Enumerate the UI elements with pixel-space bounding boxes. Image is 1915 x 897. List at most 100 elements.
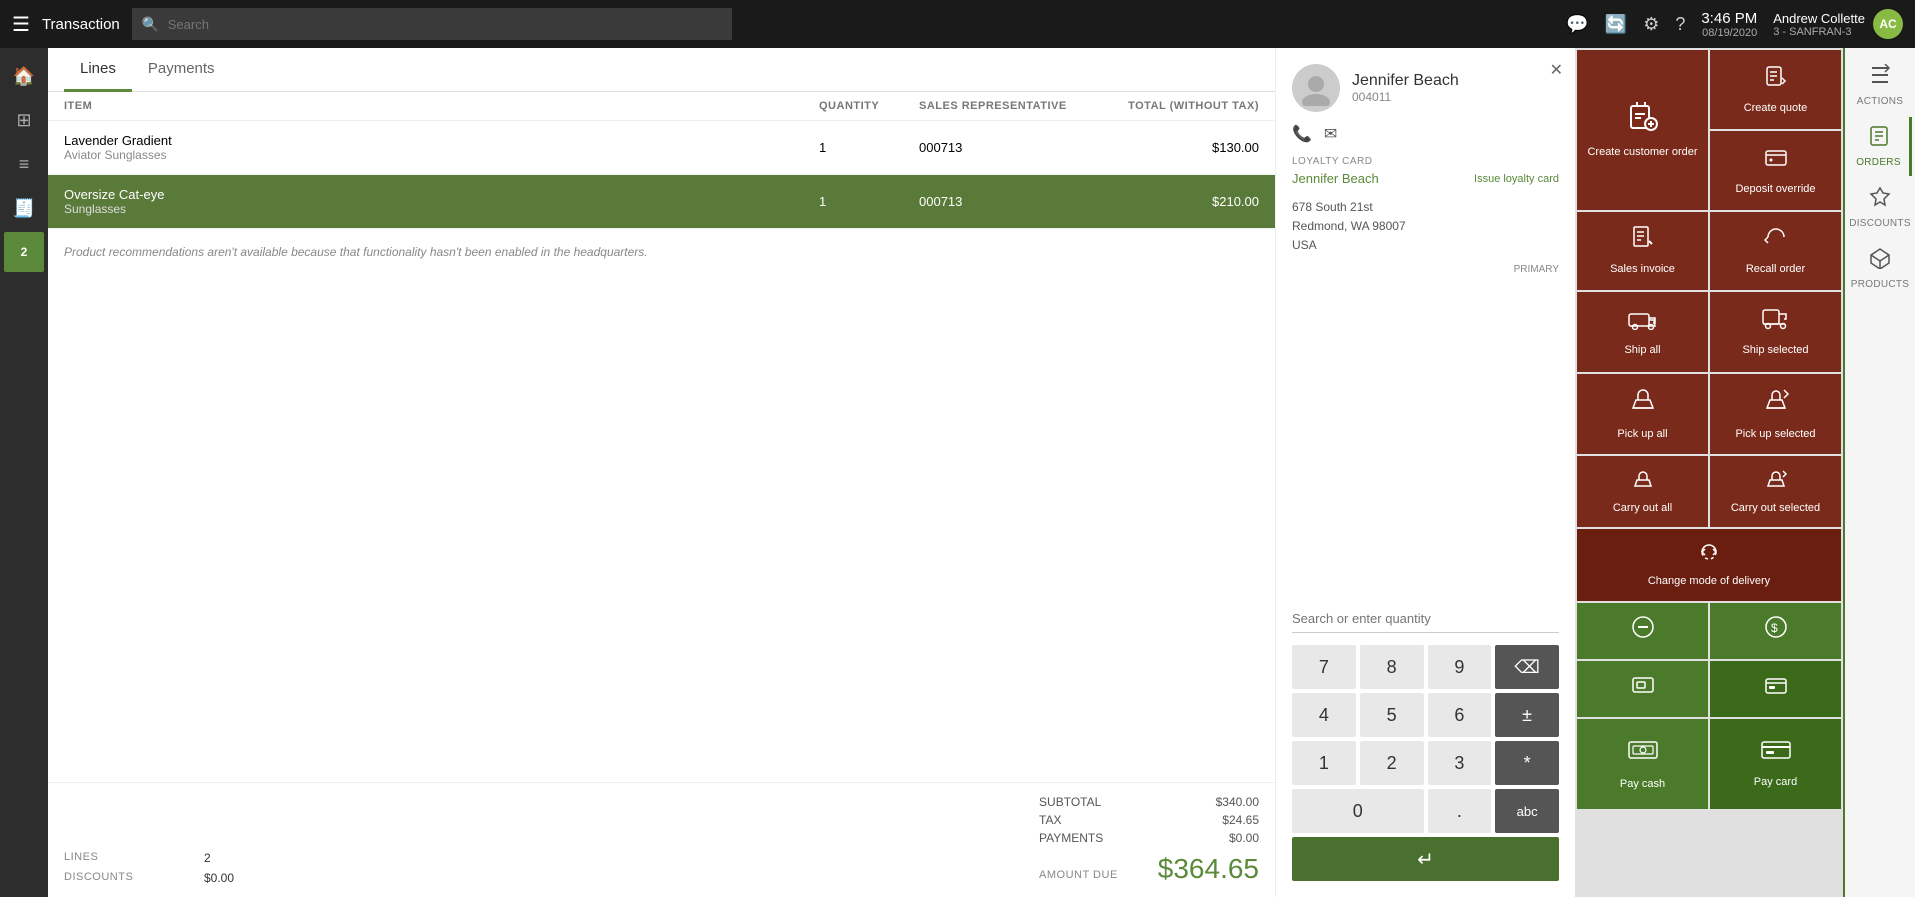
numpad-7[interactable]: 7: [1292, 645, 1356, 689]
footer-totals: LINES 2 DISCOUNTS $0.00 SUBTOTAL $340.00…: [48, 782, 1275, 897]
ship-all-tile[interactable]: Ship all: [1577, 292, 1708, 372]
customer-contacts: 📞 ✉: [1292, 124, 1559, 144]
change-mode-delivery-label: Change mode of delivery: [1648, 574, 1770, 588]
icon-tile-4[interactable]: [1710, 661, 1841, 717]
icon-tile-3[interactable]: [1577, 661, 1708, 717]
subtotal-row: SUBTOTAL $340.00: [1039, 795, 1259, 809]
sidebar-item-grid[interactable]: ⊞: [4, 100, 44, 140]
create-quote-tile[interactable]: Create quote: [1710, 50, 1841, 129]
numpad-backspace[interactable]: ⌫: [1495, 645, 1559, 689]
item-rep-2: 000713: [919, 194, 1099, 209]
numpad-grid: 7 8 9 ⌫ 4 5 6 ± 1 2 3 * 0 . abc ↵: [1292, 645, 1559, 881]
change-mode-delivery-tile[interactable]: Change mode of delivery: [1577, 529, 1841, 600]
sidebar-item-receipt[interactable]: 🧾: [4, 188, 44, 228]
pick-up-selected-tile[interactable]: Pick up selected: [1710, 374, 1841, 454]
email-icon[interactable]: ✉: [1324, 124, 1337, 144]
subtotal-label: SUBTOTAL: [1039, 795, 1101, 809]
customer-header: Jennifer Beach 004011: [1292, 64, 1559, 112]
sidebar-item-menu[interactable]: ≡: [4, 144, 44, 184]
pay-card-label: Pay card: [1754, 775, 1797, 789]
customer-id: 004011: [1352, 90, 1459, 104]
numpad-2[interactable]: 2: [1360, 741, 1424, 785]
issue-loyalty-button[interactable]: Issue loyalty card: [1474, 173, 1559, 185]
refresh-icon[interactable]: 🔄: [1605, 14, 1627, 35]
numpad-6[interactable]: 6: [1428, 693, 1492, 737]
carry-out-selected-tile[interactable]: Carry out selected: [1710, 456, 1841, 527]
sidebar-badge-2[interactable]: 2: [4, 232, 44, 272]
topbar-right: 💬 🔄 ⚙ ? 3:46 PM 08/19/2020 Andrew Collet…: [1566, 9, 1903, 39]
recall-order-tile[interactable]: Recall order: [1710, 212, 1841, 290]
user-subtitle: 3 - SANFRAN-3: [1773, 26, 1865, 38]
payments-value: $0.00: [1229, 831, 1259, 845]
pick-up-selected-label: Pick up selected: [1735, 427, 1815, 441]
item-total-1: $130.00: [1099, 140, 1259, 155]
numpad-asterisk[interactable]: *: [1495, 741, 1559, 785]
discounts-btn[interactable]: DISCOUNTS: [1848, 178, 1912, 237]
sidebar-item-home[interactable]: 🏠: [4, 56, 44, 96]
products-btn[interactable]: PRODUCTS: [1848, 239, 1912, 298]
phone-icon[interactable]: 📞: [1292, 124, 1312, 144]
create-quote-label: Create quote: [1744, 101, 1808, 115]
discounts-icon: [1869, 186, 1891, 214]
lines-table: Lavender Gradient Aviator Sunglasses 1 0…: [48, 121, 1275, 782]
avatar[interactable]: AC: [1873, 9, 1903, 39]
pay-cash-label: Pay cash: [1620, 777, 1665, 791]
sales-invoice-tile[interactable]: Sales invoice: [1577, 212, 1708, 290]
icon-tile-2[interactable]: $: [1710, 603, 1841, 659]
deposit-override-icon: [1764, 145, 1788, 176]
actions-btn[interactable]: ACTIONS: [1848, 56, 1912, 115]
create-customer-order-icon: [1627, 100, 1659, 139]
tab-lines[interactable]: Lines: [64, 48, 132, 92]
table-row[interactable]: Lavender Gradient Aviator Sunglasses 1 0…: [48, 121, 1275, 175]
pay-cash-tile[interactable]: Pay cash: [1577, 719, 1708, 809]
app-title: Transaction: [42, 16, 120, 33]
recall-order-icon: [1764, 225, 1788, 256]
table-row[interactable]: Oversize Cat-eye Sunglasses 1 000713 $21…: [48, 175, 1275, 229]
lines-value: 2: [204, 851, 211, 865]
pay-card-tile[interactable]: Pay card: [1710, 719, 1841, 809]
numpad-1[interactable]: 1: [1292, 741, 1356, 785]
icon-tile-1[interactable]: [1577, 603, 1708, 659]
pay-cash-icon: [1627, 736, 1659, 771]
customer-close-button[interactable]: ✕: [1550, 60, 1563, 80]
numpad-4[interactable]: 4: [1292, 693, 1356, 737]
numpad-0[interactable]: 0: [1292, 789, 1424, 833]
carry-out-all-tile[interactable]: Carry out all: [1577, 456, 1708, 527]
settings-icon[interactable]: ⚙: [1643, 14, 1659, 35]
ship-selected-tile[interactable]: Ship selected: [1710, 292, 1841, 372]
numpad-enter[interactable]: ↵: [1292, 837, 1559, 881]
footer-row-discounts: DISCOUNTS $0.00: [64, 871, 234, 885]
ship-all-label: Ship all: [1624, 343, 1660, 357]
sales-invoice-label: Sales invoice: [1610, 262, 1675, 276]
change-mode-delivery-icon: [1698, 541, 1720, 568]
search-icon: 🔍: [142, 16, 159, 33]
menu-icon[interactable]: ☰: [12, 12, 30, 37]
search-wrap: 🔍: [132, 8, 732, 40]
loyalty-name[interactable]: Jennifer Beach: [1292, 171, 1379, 186]
create-customer-order-tile[interactable]: Create customer order: [1577, 50, 1708, 210]
address-line1: 678 South 21st: [1292, 198, 1559, 217]
chat-icon[interactable]: 💬: [1566, 14, 1588, 35]
numpad-abc[interactable]: abc: [1495, 789, 1559, 833]
orders-btn[interactable]: ORDERS: [1848, 117, 1912, 176]
numpad-3[interactable]: 3: [1428, 741, 1492, 785]
deposit-override-tile[interactable]: Deposit override: [1710, 131, 1841, 210]
col-quantity: QUANTITY: [819, 100, 919, 112]
products-icon: [1869, 247, 1891, 275]
numpad-dot[interactable]: .: [1428, 789, 1492, 833]
numpad-8[interactable]: 8: [1360, 645, 1424, 689]
pick-up-all-tile[interactable]: Pick up all: [1577, 374, 1708, 454]
search-input[interactable]: [132, 8, 732, 40]
numpad-search-input[interactable]: [1292, 605, 1559, 633]
numpad-plus-minus[interactable]: ±: [1495, 693, 1559, 737]
numpad-5[interactable]: 5: [1360, 693, 1424, 737]
help-icon[interactable]: ?: [1675, 14, 1685, 35]
tab-payments[interactable]: Payments: [132, 48, 231, 92]
item-name-1: Lavender Gradient: [64, 133, 819, 148]
icon-1: [1631, 615, 1655, 646]
recall-order-label: Recall order: [1746, 262, 1805, 276]
svg-text:$: $: [1771, 621, 1778, 635]
discounts-label: DISCOUNTS: [64, 871, 144, 885]
numpad-9[interactable]: 9: [1428, 645, 1492, 689]
products-label: PRODUCTS: [1851, 279, 1910, 290]
